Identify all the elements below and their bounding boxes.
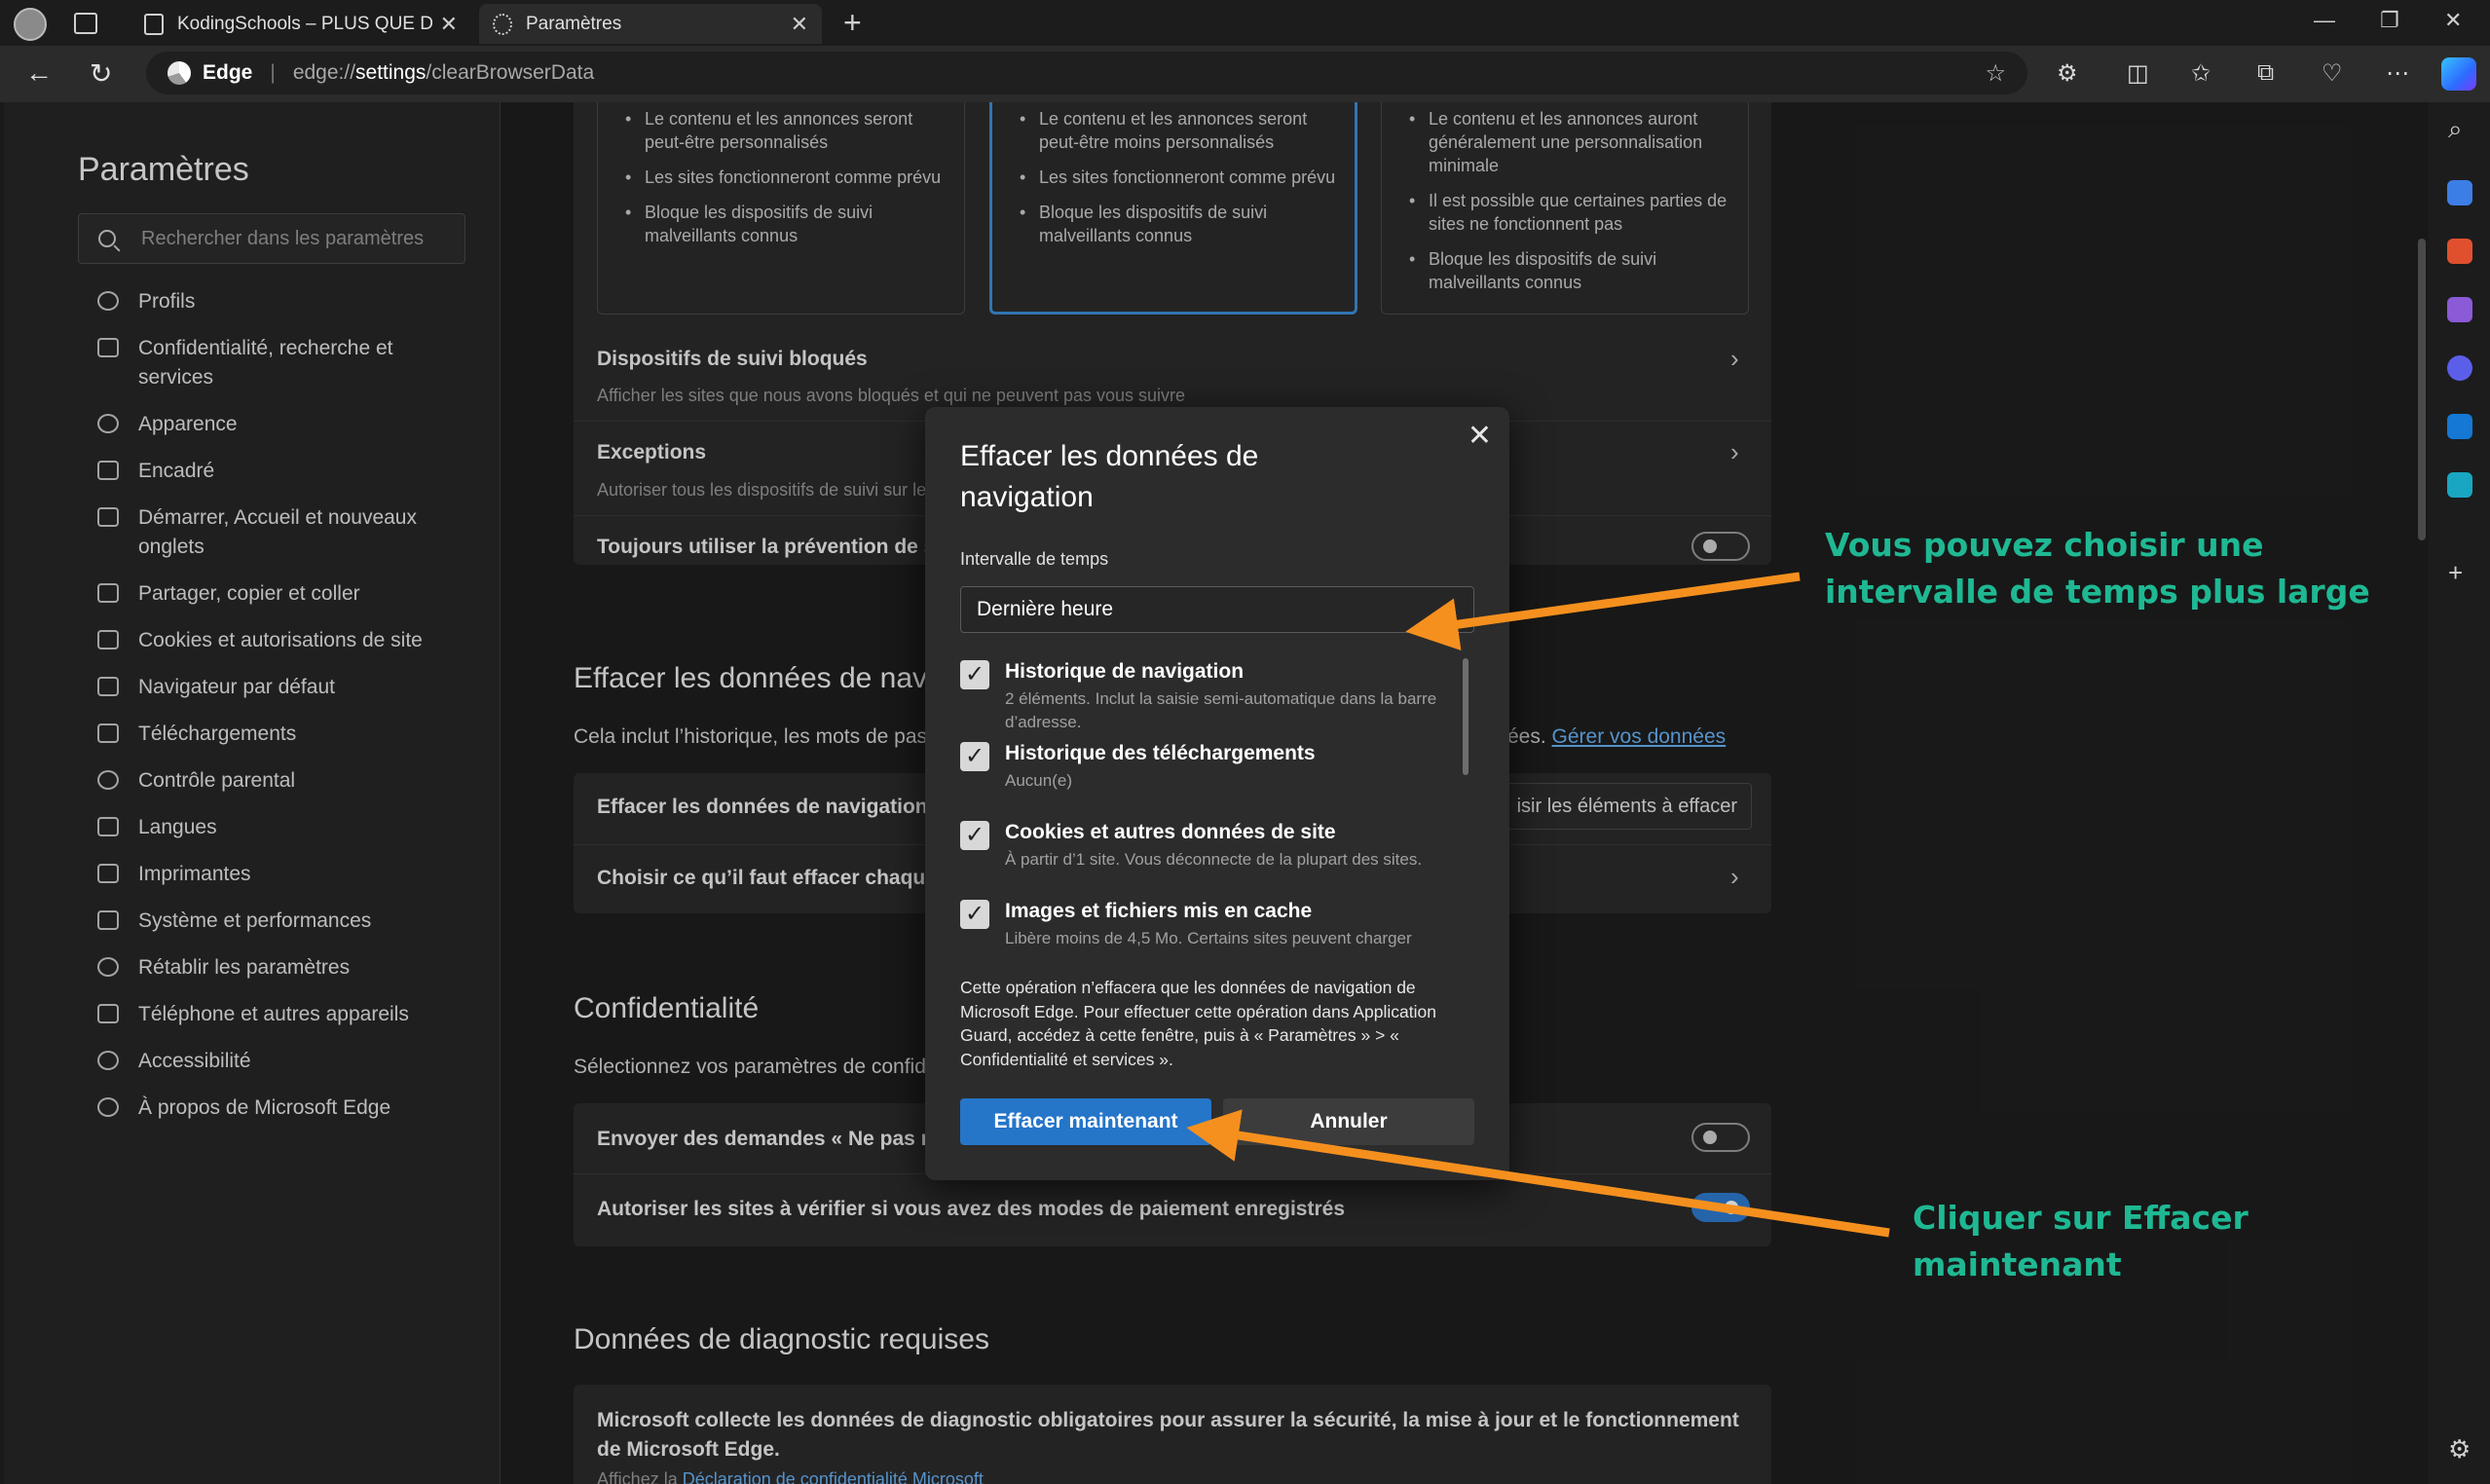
checkbox-checked[interactable]: ✓ bbox=[960, 821, 989, 850]
option-desc: Libère moins de 4,5 Mo. Certains sites p… bbox=[1005, 929, 1412, 947]
annotation-clear-now: Cliquer sur Effacer maintenant bbox=[1913, 1199, 2248, 1283]
time-range-select[interactable]: Dernière heure ⌄ bbox=[960, 586, 1474, 633]
favorite-star-icon[interactable]: ☆ bbox=[1985, 59, 2006, 88]
option-browsing-history[interactable]: ✓ Historique de navigation 2 éléments. In… bbox=[960, 660, 1463, 734]
time-range-label: Intervalle de temps bbox=[960, 549, 1109, 569]
gear-icon bbox=[493, 13, 512, 35]
option-title: Images et fichiers mis en cache bbox=[1005, 900, 1313, 922]
tab-label: Paramètres bbox=[526, 13, 622, 34]
page-icon bbox=[144, 13, 164, 35]
option-cache[interactable]: ✓ Images et fichiers mis en cache Libère … bbox=[960, 900, 1463, 950]
option-title: Historique des téléchargements bbox=[1005, 742, 1316, 764]
option-desc: Aucun(e) bbox=[1005, 771, 1072, 790]
add-icon[interactable]: + bbox=[2448, 558, 2463, 588]
copilot-icon[interactable] bbox=[2441, 57, 2476, 91]
back-arrow-icon[interactable]: ← bbox=[25, 57, 53, 89]
games-icon[interactable] bbox=[2447, 297, 2472, 322]
close-tab-icon[interactable]: ✕ bbox=[791, 12, 808, 37]
option-desc: À partir d’1 site. Vous déconnecte de la… bbox=[1005, 850, 1423, 869]
profile-avatar[interactable] bbox=[14, 8, 47, 41]
tab-kodingschools[interactable]: KodingSchools – PLUS QUE DU C ✕ bbox=[130, 4, 471, 44]
tools-icon[interactable] bbox=[2447, 239, 2472, 264]
checkbox-checked[interactable]: ✓ bbox=[960, 900, 989, 929]
tab-parametres[interactable]: Paramètres ✕ bbox=[479, 4, 822, 44]
address-brand: Edge bbox=[203, 61, 253, 84]
edge-logo-icon bbox=[167, 61, 191, 85]
edge-sidebar: ⌕ + ⚙ bbox=[2429, 102, 2490, 1484]
tab-actions-icon[interactable] bbox=[74, 13, 97, 34]
clear-now-button[interactable]: Effacer maintenant bbox=[960, 1098, 1211, 1145]
title-bar: KodingSchools – PLUS QUE DU C ✕ Paramètr… bbox=[0, 0, 2490, 46]
close-tab-icon[interactable]: ✕ bbox=[440, 12, 458, 37]
clear-data-dialog: ✕ Effacer les données de navigation Inte… bbox=[925, 407, 1509, 1180]
browser-window: KodingSchools – PLUS QUE DU C ✕ Paramètr… bbox=[0, 0, 2490, 1484]
minimize-button[interactable]: — bbox=[2314, 8, 2335, 33]
navigation-bar: ← ↻ Edge | edge://settings/clearBrowserD… bbox=[0, 46, 2490, 102]
address-url: edge://settings/clearBrowserData bbox=[292, 61, 595, 84]
microsoft365-icon[interactable] bbox=[2447, 355, 2472, 381]
sidebar-settings-icon[interactable]: ⚙ bbox=[2448, 1434, 2471, 1465]
close-window-button[interactable]: ✕ bbox=[2444, 8, 2462, 33]
restore-button[interactable]: ❐ bbox=[2380, 8, 2399, 33]
option-cookies[interactable]: ✓ Cookies et autres données de site À par… bbox=[960, 821, 1463, 872]
address-bar[interactable]: Edge | edge://settings/clearBrowserData … bbox=[146, 52, 2027, 94]
option-title: Cookies et autres données de site bbox=[1005, 821, 1336, 843]
new-tab-button[interactable]: + bbox=[843, 5, 862, 41]
split-screen-icon[interactable]: ◫ bbox=[2127, 59, 2149, 88]
checkbox-checked[interactable]: ✓ bbox=[960, 660, 989, 689]
dialog-scrollbar[interactable] bbox=[1463, 658, 1468, 775]
address-separator: | bbox=[270, 61, 276, 84]
search-icon[interactable]: ⌕ bbox=[2448, 114, 2463, 145]
dialog-title: Effacer les données de navigation bbox=[960, 440, 1259, 513]
collections-icon[interactable]: ⧉ bbox=[2257, 59, 2274, 87]
refresh-icon[interactable]: ↻ bbox=[90, 57, 112, 90]
option-download-history[interactable]: ✓ Historique des téléchargements Aucun(e) bbox=[960, 742, 1463, 793]
cancel-button[interactable]: Annuler bbox=[1223, 1098, 1474, 1145]
tab-label: KodingSchools – PLUS QUE DU C bbox=[177, 13, 432, 34]
option-desc: 2 éléments. Inclut la saisie semi-automa… bbox=[1005, 689, 1437, 731]
shopping-tag-icon[interactable] bbox=[2447, 180, 2472, 205]
checkbox-checked[interactable]: ✓ bbox=[960, 742, 989, 771]
close-icon[interactable]: ✕ bbox=[1468, 419, 1492, 453]
annotation-time-range: Vous pouvez choisir une intervalle de te… bbox=[1825, 526, 2370, 611]
drop-icon[interactable] bbox=[2447, 472, 2472, 498]
chevron-down-icon: ⌄ bbox=[1441, 601, 1458, 622]
outlook-icon[interactable] bbox=[2447, 414, 2472, 439]
time-range-value: Dernière heure bbox=[977, 598, 1114, 620]
option-title: Historique de navigation bbox=[1005, 660, 1245, 683]
dialog-note: Cette opération n’effacera que les donné… bbox=[960, 978, 1437, 1069]
favorites-icon[interactable]: ✩ bbox=[2191, 59, 2211, 88]
more-menu-icon[interactable]: ⋯ bbox=[2386, 59, 2409, 88]
extensions-icon[interactable]: ⚙ bbox=[2057, 59, 2078, 88]
performance-icon[interactable]: ♡ bbox=[2322, 59, 2343, 88]
